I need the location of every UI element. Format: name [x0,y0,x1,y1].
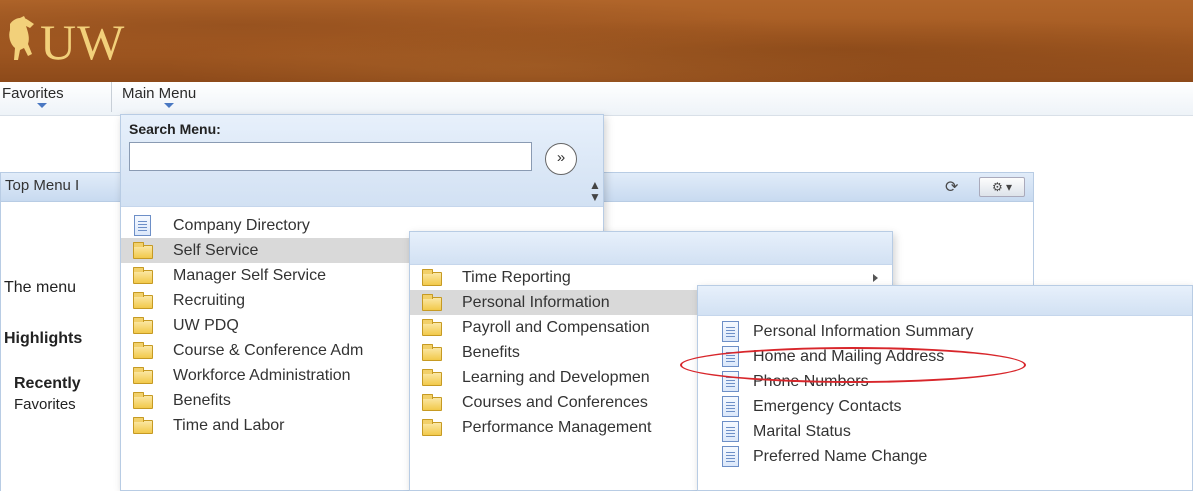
personal-information-item[interactable]: Home and Mailing Address [698,344,1192,369]
personal-information-item-label: Phone Numbers [753,373,869,390]
caret-down-icon [37,103,47,108]
document-icon [722,371,739,392]
folder-icon [422,319,442,336]
main-menu-item-label: Benefits [173,392,231,409]
search-menu-section: Search Menu: » ▲ ▼ [121,115,603,207]
main-menu-item-label: Manager Self Service [173,267,326,284]
main-menu-item-label: Time and Labor [173,417,285,434]
personal-information-item-label: Home and Mailing Address [753,348,945,365]
folder-icon [422,344,442,361]
folder-icon [422,419,442,436]
personal-information-item-label: Preferred Name Change [753,448,928,465]
document-icon [722,346,739,367]
main-menu-item-label: Workforce Administration [173,367,351,384]
logo-text: UW [40,14,126,70]
document-icon [722,321,739,342]
refresh-icon[interactable]: ⟳ [945,177,958,197]
personal-information-list: Personal Information Summary Home and Mai… [698,319,1192,469]
recently-used-heading: Recently [14,375,81,392]
folder-icon [133,242,153,259]
menu-description-text: The menu [4,279,77,296]
favorites-label: Favorites [2,85,64,102]
personal-information-item[interactable]: Personal Information Summary [698,319,1192,344]
main-menu-item-label: Course & Conference Adm [173,342,364,359]
folder-icon [133,267,153,284]
submenu-header [698,286,1192,316]
main-menu-label: Main Menu [122,85,197,102]
cowboy-logo-icon [9,16,34,60]
favorites-menu[interactable]: Favorites [2,82,112,112]
personal-information-item[interactable]: Preferred Name Change [698,444,1192,469]
highlights-heading: Highlights [4,330,83,347]
search-go-button[interactable]: » [545,143,577,175]
self-service-item-label: Performance Management [462,419,652,436]
header-banner: UW [0,0,1193,82]
folder-icon [133,417,153,434]
self-service-item-label: Payroll and Compensation [462,319,650,336]
folder-icon [133,292,153,309]
self-service-item-label: Time Reporting [462,269,571,286]
folder-icon [422,294,442,311]
document-icon [722,446,739,467]
main-menu[interactable]: Main Menu [122,82,242,112]
submenu-arrow-icon [873,274,878,282]
self-service-item-label: Courses and Conferences [462,394,648,411]
personal-information-submenu: Personal Information Summary Home and Mai… [697,285,1193,491]
personal-information-item-label: Emergency Contacts [753,398,902,415]
personal-information-item-label: Marital Status [753,423,851,440]
main-menu-item-label: Recruiting [173,292,246,309]
folder-icon [422,269,442,286]
personal-information-item[interactable]: Phone Numbers [698,369,1192,394]
document-icon [722,421,739,442]
self-service-item-label: Benefits [462,344,520,361]
folder-icon [133,342,153,359]
uw-logo[interactable]: UW [4,12,125,72]
document-icon [134,215,151,236]
personal-information-item-label: Personal Information Summary [753,323,974,340]
folder-icon [422,369,442,386]
gear-options-icon[interactable]: ⚙ ▾ [979,177,1025,197]
folder-icon [133,392,153,409]
search-menu-label: Search Menu: [129,121,221,137]
folder-icon [133,317,153,334]
personal-information-item[interactable]: Marital Status [698,419,1192,444]
main-menu-item-label: UW PDQ [173,317,239,334]
top-menu-title: Top Menu I [5,177,80,194]
folder-icon [133,367,153,384]
search-menu-input[interactable] [129,142,532,171]
sort-icon[interactable]: ▲ ▼ [589,179,601,203]
favorites-heading: Favorites [14,396,76,413]
navigation-bar: Favorites Main Menu [0,82,1193,116]
main-menu-item-label: Self Service [173,242,259,259]
personal-information-item[interactable]: Emergency Contacts [698,394,1192,419]
folder-icon [422,394,442,411]
self-service-item-label: Personal Information [462,294,610,311]
document-icon [722,396,739,417]
submenu-header [410,232,892,265]
caret-down-icon [164,103,174,108]
main-menu-item-label: Company Directory [173,217,310,234]
self-service-item-label: Learning and Developmen [462,369,650,386]
